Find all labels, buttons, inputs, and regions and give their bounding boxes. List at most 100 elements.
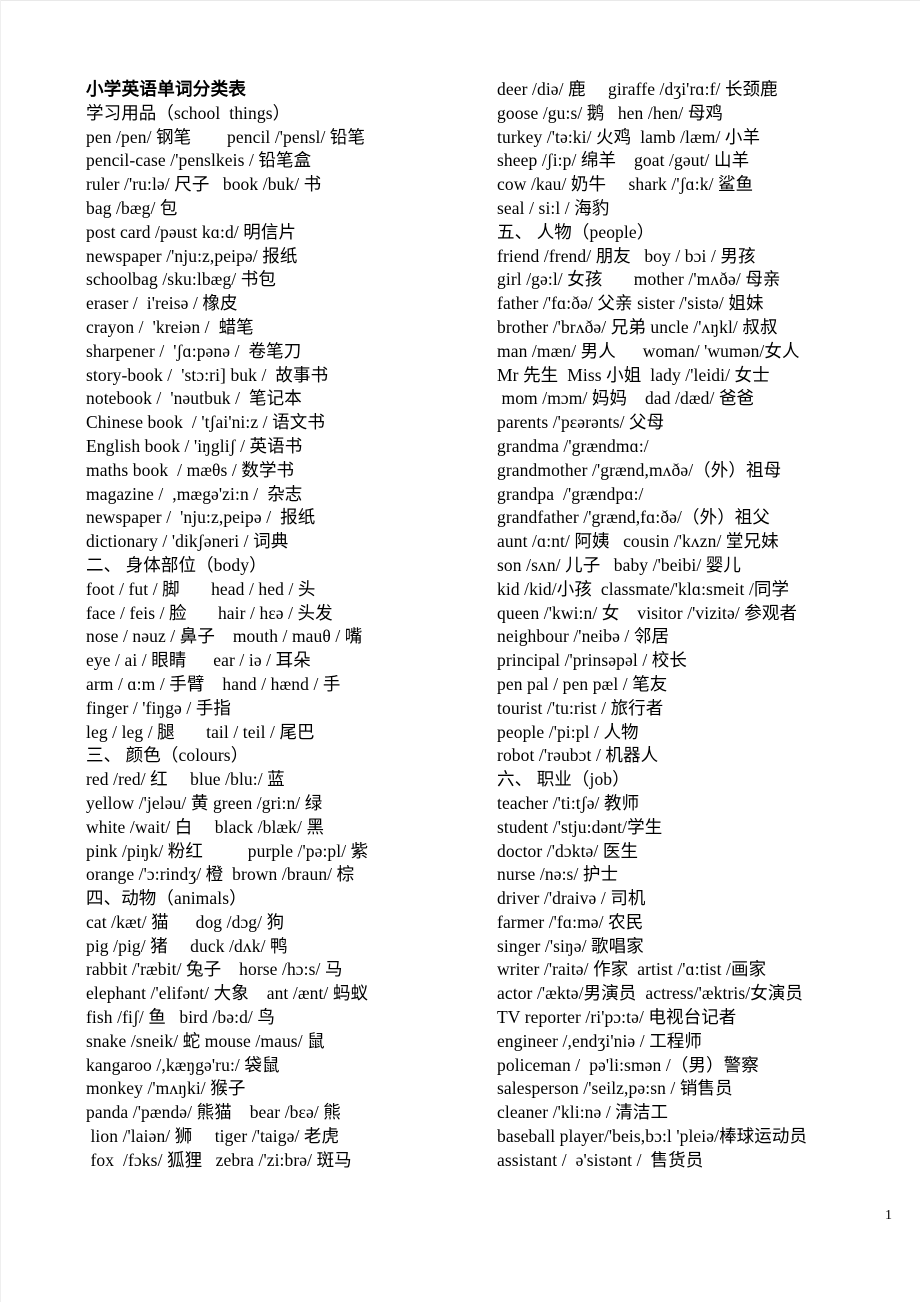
word-line: crayon / 'kreiən / 蜡笔	[86, 316, 254, 337]
word-line: leg / leg / 腿 tail / teil / 尾巴	[86, 721, 315, 742]
word-line: baseball player/'beis,bɔ:l 'pleiə/棒球运动员	[497, 1126, 808, 1147]
word-line: student /'stju:dənt/学生	[497, 816, 663, 837]
section-heading: 二、 身体部位（body）	[86, 554, 267, 575]
left-column-lines: 学习用品（school things） pen /pen/ 钢笔 pencil …	[86, 102, 497, 1173]
word-line: pen pal / pen pæl / 笔友	[497, 673, 668, 694]
word-line: snake /sneik/ 蛇 mouse /maus/ 鼠	[86, 1030, 325, 1051]
word-line: face / feis / 脸 hair / hɛə / 头发	[86, 602, 333, 623]
word-line: goose /gu:s/ 鹅 hen /hen/ 母鸡	[497, 102, 724, 123]
word-line: singer /'siŋə/ 歌唱家	[497, 935, 644, 956]
word-line: red /red/ 红 blue /blu:/ 蓝	[86, 769, 285, 790]
word-line: queen /'kwi:n/ 女 visitor /'vizitə/ 参观者	[497, 602, 798, 623]
word-line: cat /kæt/ 猫 dog /dɔg/ 狗	[86, 911, 285, 932]
word-line: girl /gə:l/ 女孩 mother /'mʌðə/ 母亲	[497, 269, 781, 290]
word-line: actor /'æktə/男演员 actress/'æktris/女演员	[497, 983, 804, 1004]
word-line: pen /pen/ 钢笔 pencil /'pensl/ 铅笔	[86, 126, 366, 147]
word-line: doctor /'dɔktə/ 医生	[497, 840, 639, 861]
page-number: 1	[885, 1208, 892, 1223]
word-line: ruler /'ru:lə/ 尺子 book /buk/ 书	[86, 174, 322, 195]
word-line: engineer /,endʒi'niə / 工程师	[497, 1030, 703, 1051]
word-line: magazine / ,mægə'zi:n / 杂志	[86, 483, 303, 504]
word-line: arm / ɑ:m / 手臂 hand / hænd / 手	[86, 673, 341, 694]
word-line: kangaroo /,kæŋgə'ru:/ 袋鼠	[86, 1054, 280, 1075]
word-line: grandmother /'grænd,mʌðə/（外）祖母	[497, 459, 782, 480]
word-line: kid /kid/小孩 classmate/'klɑ:smeit /同学	[497, 578, 790, 599]
word-line: post card /pəust kɑ:d/ 明信片	[86, 221, 297, 242]
word-line: brother /'brʌðə/ 兄弟 uncle /'ʌŋkl/ 叔叔	[497, 316, 778, 337]
page-title: 小学英语单词分类表	[86, 79, 247, 99]
word-line: salesperson /'seilz,pə:sn / 销售员	[497, 1078, 733, 1099]
word-line: robot /'rəubɔt / 机器人	[497, 745, 659, 766]
word-line: notebook / 'nəutbuk / 笔记本	[86, 388, 302, 409]
word-line: newspaper / 'nju:z,peipə / 报纸	[86, 507, 316, 528]
section-heading: 四、动物（animals）	[86, 888, 247, 909]
word-line: fox /fɔks/ 狐狸 zebra /'zi:brə/ 斑马	[86, 1149, 352, 1170]
word-line: aunt /ɑ:nt/ 阿姨 cousin /'kʌzn/ 堂兄妹	[497, 531, 779, 552]
word-line: Mr 先生 Miss 小姐 lady /'leidi/ 女士	[497, 364, 770, 385]
word-line: pencil-case /'penslkeis / 铅笔盒	[86, 150, 312, 171]
word-line: father /'fɑ:ðə/ 父亲 sister /'sistə/ 姐妹	[497, 293, 764, 314]
left-column: 小学英语单词分类表 学习用品（school things） pen /pen/ …	[86, 78, 497, 1173]
word-line: driver /'draivə / 司机	[497, 888, 646, 909]
word-line: man /mæn/ 男人 woman/ 'wumən/女人	[497, 340, 800, 361]
section-heading: 六、 职业（job）	[497, 769, 630, 790]
word-line: farmer /'fɑ:mə/ 农民	[497, 911, 644, 932]
word-line: seal / si:l / 海豹	[497, 197, 610, 218]
word-line: sharpener / 'ʃɑ:pənə / 卷笔刀	[86, 340, 302, 361]
word-line: mom /mɔm/ 妈妈 dad /dæd/ 爸爸	[497, 388, 755, 409]
word-line: nose / nəuz / 鼻子 mouth / mauθ / 嘴	[86, 626, 363, 647]
word-line: nurse /nə:s/ 护士	[497, 864, 619, 885]
word-line: principal /'prinsəpəl / 校长	[497, 650, 687, 671]
word-line: pig /pig/ 猪 duck /dʌk/ 鸭	[86, 935, 288, 956]
word-line: assistant / ə'sistənt / 售货员	[497, 1149, 704, 1170]
right-column-lines: deer /diə/ 鹿 giraffe /dʒi'rɑ:f/ 长颈鹿 goos…	[497, 78, 920, 1173]
word-line: friend /frend/ 朋友 boy / bɔi / 男孩	[497, 245, 756, 266]
page-top-edge	[0, 0, 920, 1]
word-line: fish /fiʃ/ 鱼 bird /bə:d/ 鸟	[86, 1007, 275, 1028]
word-line: finger / 'fiŋgə / 手指	[86, 697, 232, 718]
word-line: grandpa /'grændpɑ:/	[497, 483, 644, 504]
word-line: eye / ai / 眼睛 ear / iə / 耳朵	[86, 650, 311, 671]
word-line: bag /bæg/ 包	[86, 197, 178, 218]
word-line: writer /'raitə/ 作家 artist /'ɑ:tist /画家	[497, 959, 767, 980]
word-line: dictionary / 'dikʃəneri / 词典	[86, 531, 289, 552]
word-line: lion /'laiən/ 狮 tiger /'taigə/ 老虎	[86, 1126, 340, 1147]
document-body: 小学英语单词分类表 学习用品（school things） pen /pen/ …	[0, 78, 920, 1173]
word-line: TV reporter /ri'pɔ:tə/ 电视台记者	[497, 1007, 737, 1028]
section-heading: 五、 人物（people）	[497, 221, 655, 242]
document-page: 小学英语单词分类表 学习用品（school things） pen /pen/ …	[0, 0, 920, 1302]
word-line: cleaner /'kli:nə / 清洁工	[497, 1102, 669, 1123]
word-line: policeman / pə'li:smən /（男）警察	[497, 1054, 759, 1075]
word-line: cow /kau/ 奶牛 shark /'ʃɑ:k/ 鲨鱼	[497, 174, 754, 195]
word-line: English book / 'iŋgliʃ / 英语书	[86, 435, 303, 456]
word-line: story-book / 'stɔ:ri] buk / 故事书	[86, 364, 329, 385]
word-line: sheep /ʃi:p/ 绵羊 goat /gəut/ 山羊	[497, 150, 750, 171]
word-line: panda /'pændə/ 熊猫 bear /bɛə/ 熊	[86, 1102, 341, 1123]
right-column: deer /diə/ 鹿 giraffe /dʒi'rɑ:f/ 长颈鹿 goos…	[497, 78, 920, 1173]
section-heading: 三、 颜色（colours）	[86, 745, 249, 766]
word-line: yellow /'jeləu/ 黄 green /gri:n/ 绿	[86, 792, 323, 813]
word-line: grandfather /'grænd,fɑ:ðə/（外）祖父	[497, 507, 770, 528]
word-line: monkey /'mʌŋki/ 猴子	[86, 1078, 246, 1099]
word-line: foot / fut / 脚 head / hed / 头	[86, 578, 316, 599]
word-line: tourist /'tu:rist / 旅行者	[497, 697, 664, 718]
word-line: grandma /'grændmɑ:/	[497, 435, 649, 456]
word-line: pink /piŋk/ 粉红 purple /'pə:pl/ 紫	[86, 840, 369, 861]
word-line: orange /'ɔ:rindʒ/ 橙 brown /braun/ 棕	[86, 864, 355, 885]
word-line: people /'pi:pl / 人物	[497, 721, 639, 742]
word-line: newspaper /'nju:z,peipə/ 报纸	[86, 245, 298, 266]
word-line: eraser / i'reisə / 橡皮	[86, 293, 238, 314]
word-line: teacher /'ti:tʃə/ 教师	[497, 792, 640, 813]
word-line: white /wait/ 白 black /blæk/ 黑	[86, 816, 325, 837]
word-line: deer /diə/ 鹿 giraffe /dʒi'rɑ:f/ 长颈鹿	[497, 79, 778, 99]
word-line: elephant /'elifənt/ 大象 ant /ænt/ 蚂蚁	[86, 983, 369, 1004]
word-line: Chinese book / 'tʃai'ni:z / 语文书	[86, 412, 325, 433]
word-line: 学习用品（school things）	[86, 102, 291, 123]
word-line: maths book / mæθs / 数学书	[86, 459, 295, 480]
word-line: son /sʌn/ 儿子 baby /'beibi/ 婴儿	[497, 554, 741, 575]
word-line: neighbour /'neibə / 邻居	[497, 626, 670, 647]
word-line: schoolbag /sku:lbæg/ 书包	[86, 269, 276, 290]
word-line: turkey /'tə:ki/ 火鸡 lamb /læm/ 小羊	[497, 126, 761, 147]
word-line: rabbit /'ræbit/ 兔子 horse /hɔ:s/ 马	[86, 959, 343, 980]
word-line: parents /'pɛərənts/ 父母	[497, 412, 665, 433]
